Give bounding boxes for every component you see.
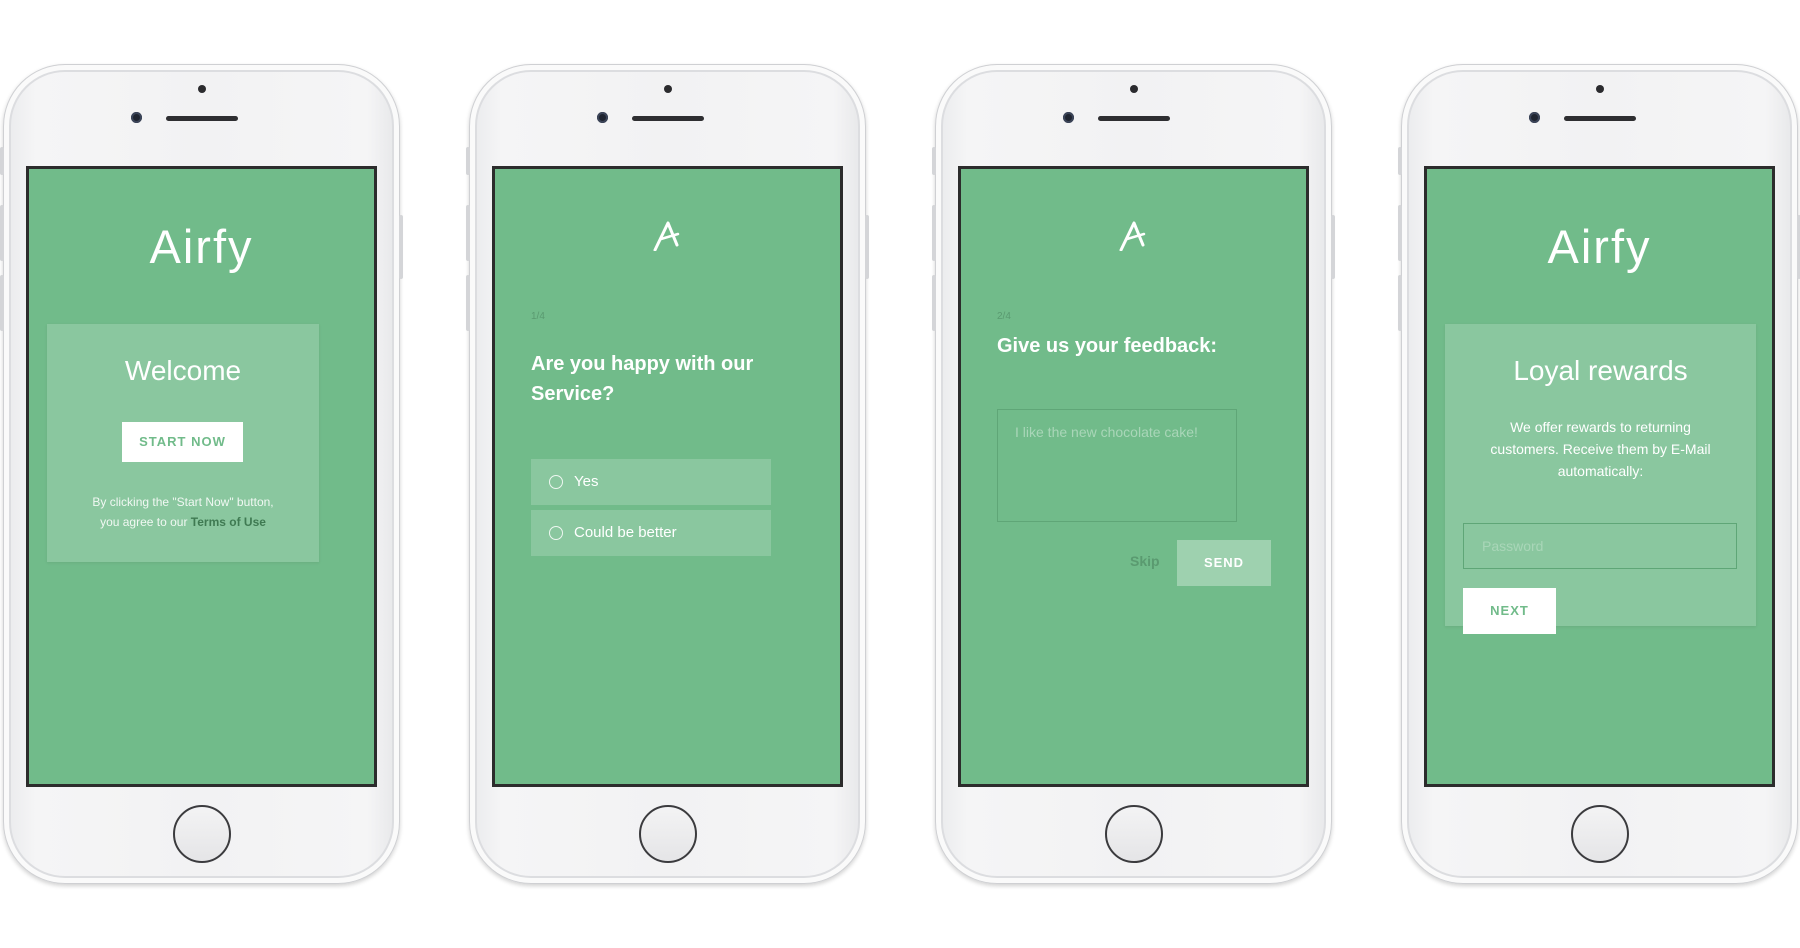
legal-line-2: you agree to our Terms of Use: [47, 512, 319, 532]
legal-line-1: By clicking the "Start Now" button,: [92, 495, 274, 509]
sensor-dot: [197, 85, 206, 93]
home-button[interactable]: [172, 805, 231, 863]
phone-frame-feedback: 2/4 Give us your feedback: Skip SEND: [932, 64, 1335, 884]
option-yes[interactable]: Yes: [531, 459, 771, 505]
phone-frame-question: 1/4 Are you happy with our Service? Yes …: [466, 64, 869, 884]
sensor-dot: [1129, 85, 1138, 93]
feedback-textarea[interactable]: [997, 409, 1237, 522]
front-camera-icon: [131, 112, 142, 123]
option-label: Could be better: [574, 524, 677, 541]
home-button[interactable]: [1104, 805, 1163, 863]
airfy-logo: Airfy: [149, 220, 254, 273]
home-button[interactable]: [1570, 805, 1629, 863]
option-label: Yes: [574, 473, 599, 490]
legal-text: By clicking the "Start Now" button, you …: [47, 492, 319, 532]
speaker-grille: [1563, 116, 1636, 121]
speaker-grille: [1097, 116, 1170, 121]
skip-button[interactable]: Skip: [1130, 553, 1160, 569]
front-camera-icon: [1529, 112, 1540, 123]
start-now-button[interactable]: START NOW: [122, 422, 243, 462]
welcome-title: Welcome: [124, 355, 242, 386]
welcome-screen: Airfy Welcome START NOW By clicking the …: [26, 166, 377, 787]
rewards-title: Loyal rewards: [1513, 355, 1688, 386]
progress-step: 2/4: [997, 311, 1011, 322]
next-button[interactable]: NEXT: [1463, 588, 1556, 634]
send-button[interactable]: SEND: [1177, 540, 1271, 586]
mockup-canvas: { "brand": {"name": "Airfy", "color": "#…: [0, 0, 1800, 948]
radio-circle-icon[interactable]: [549, 475, 563, 489]
airfy-logo: Airfy: [1547, 220, 1652, 273]
question-screen: 1/4 Are you happy with our Service? Yes …: [492, 166, 843, 787]
legal-line-2-prefix: you agree to our: [100, 515, 191, 529]
rewards-screen: Airfy Loyal rewards We offer rewards to …: [1424, 166, 1775, 787]
speaker-grille: [631, 116, 704, 121]
front-camera-icon: [597, 112, 608, 123]
airfy-mark-icon: [1119, 221, 1145, 251]
radio-circle-icon[interactable]: [549, 526, 563, 540]
rewards-card: Loyal rewards We offer rewards to return…: [1445, 324, 1756, 634]
feedback-screen: 2/4 Give us your feedback: Skip SEND: [958, 166, 1309, 787]
password-input[interactable]: [1463, 523, 1737, 569]
progress-step: 1/4: [531, 311, 545, 322]
sensor-dot: [1595, 85, 1604, 93]
rewards-description: We offer rewards to returning customers.…: [1490, 419, 1711, 479]
sensor-dot: [663, 85, 672, 93]
question-title: Are you happy with our Service?: [531, 353, 754, 405]
terms-of-use-link[interactable]: Terms of Use: [191, 515, 266, 529]
speaker-grille: [165, 116, 238, 121]
feedback-title: Give us your feedback:: [997, 335, 1218, 357]
option-could-be-better[interactable]: Could be better: [531, 510, 771, 556]
front-camera-icon: [1063, 112, 1074, 123]
phone-frame-welcome: Airfy Welcome START NOW By clicking the …: [0, 64, 403, 884]
airfy-mark-icon: [653, 221, 679, 251]
phone-frame-rewards: Airfy Loyal rewards We offer rewards to …: [1398, 64, 1800, 884]
home-button[interactable]: [638, 805, 697, 863]
welcome-card: Welcome START NOW By clicking the "Start…: [47, 324, 319, 562]
